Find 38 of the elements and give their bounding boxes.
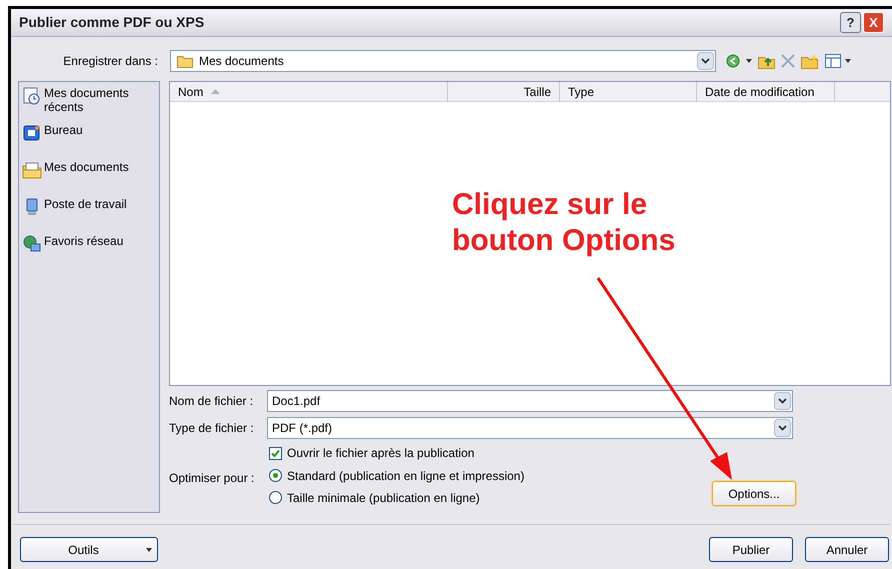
checkbox-label: Ouvrir le fichier après la publication xyxy=(287,445,474,462)
places-item[interactable]: Poste de travail xyxy=(19,197,159,234)
file-name-label: Nom de fichier : xyxy=(169,393,254,410)
save-in-label: Enregistrer dans : xyxy=(62,53,159,70)
optimize-label: Optimiser pour : xyxy=(169,470,256,487)
file-type-combo[interactable]: PDF (*.pdf) xyxy=(267,417,793,439)
folder-icon xyxy=(22,160,42,180)
save-in-combo[interactable]: Mes documents xyxy=(170,50,716,72)
options-button[interactable]: Options... xyxy=(712,481,796,506)
places-item[interactable]: Mes documents xyxy=(19,160,159,197)
desktop-icon xyxy=(22,123,42,143)
annotation-text: Cliquez sur le bouton Options xyxy=(452,187,676,259)
places-item[interactable]: Mes documents récents xyxy=(19,86,159,123)
folder-icon xyxy=(177,54,193,68)
cancel-button[interactable]: Annuler xyxy=(805,537,889,562)
checkbox[interactable] xyxy=(269,446,282,460)
publish-button[interactable]: Publier xyxy=(709,537,793,562)
network-globe-icon xyxy=(22,234,42,254)
radio-label: Standard (publication en ligne et impression) xyxy=(287,468,524,484)
help-button[interactable]: ? xyxy=(840,12,861,33)
column-header[interactable]: Taille xyxy=(448,82,560,101)
close-button[interactable]: X xyxy=(863,12,884,33)
clock-document-icon xyxy=(22,86,42,106)
file-type-label: Type de fichier : xyxy=(169,420,255,437)
column-header[interactable]: Type xyxy=(560,82,697,101)
radio-label: Taille minimale (publication en ligne) xyxy=(287,490,480,506)
radio-button[interactable] xyxy=(269,469,282,482)
places-item[interactable]: Bureau xyxy=(19,123,159,160)
radio-button[interactable] xyxy=(269,491,282,504)
caret-icon[interactable] xyxy=(746,59,752,63)
column-header[interactable]: Nom xyxy=(170,82,448,101)
view-menu-icon[interactable] xyxy=(825,54,851,68)
tools-button[interactable]: Outils xyxy=(20,537,158,562)
file-name-combo[interactable]: Doc1.pdf xyxy=(267,390,793,412)
caret-icon xyxy=(146,548,152,552)
places-item[interactable]: Favoris réseau xyxy=(19,234,159,271)
window-title: Publier comme PDF ou XPS xyxy=(19,13,206,32)
column-header[interactable]: Date de modification xyxy=(697,82,835,101)
